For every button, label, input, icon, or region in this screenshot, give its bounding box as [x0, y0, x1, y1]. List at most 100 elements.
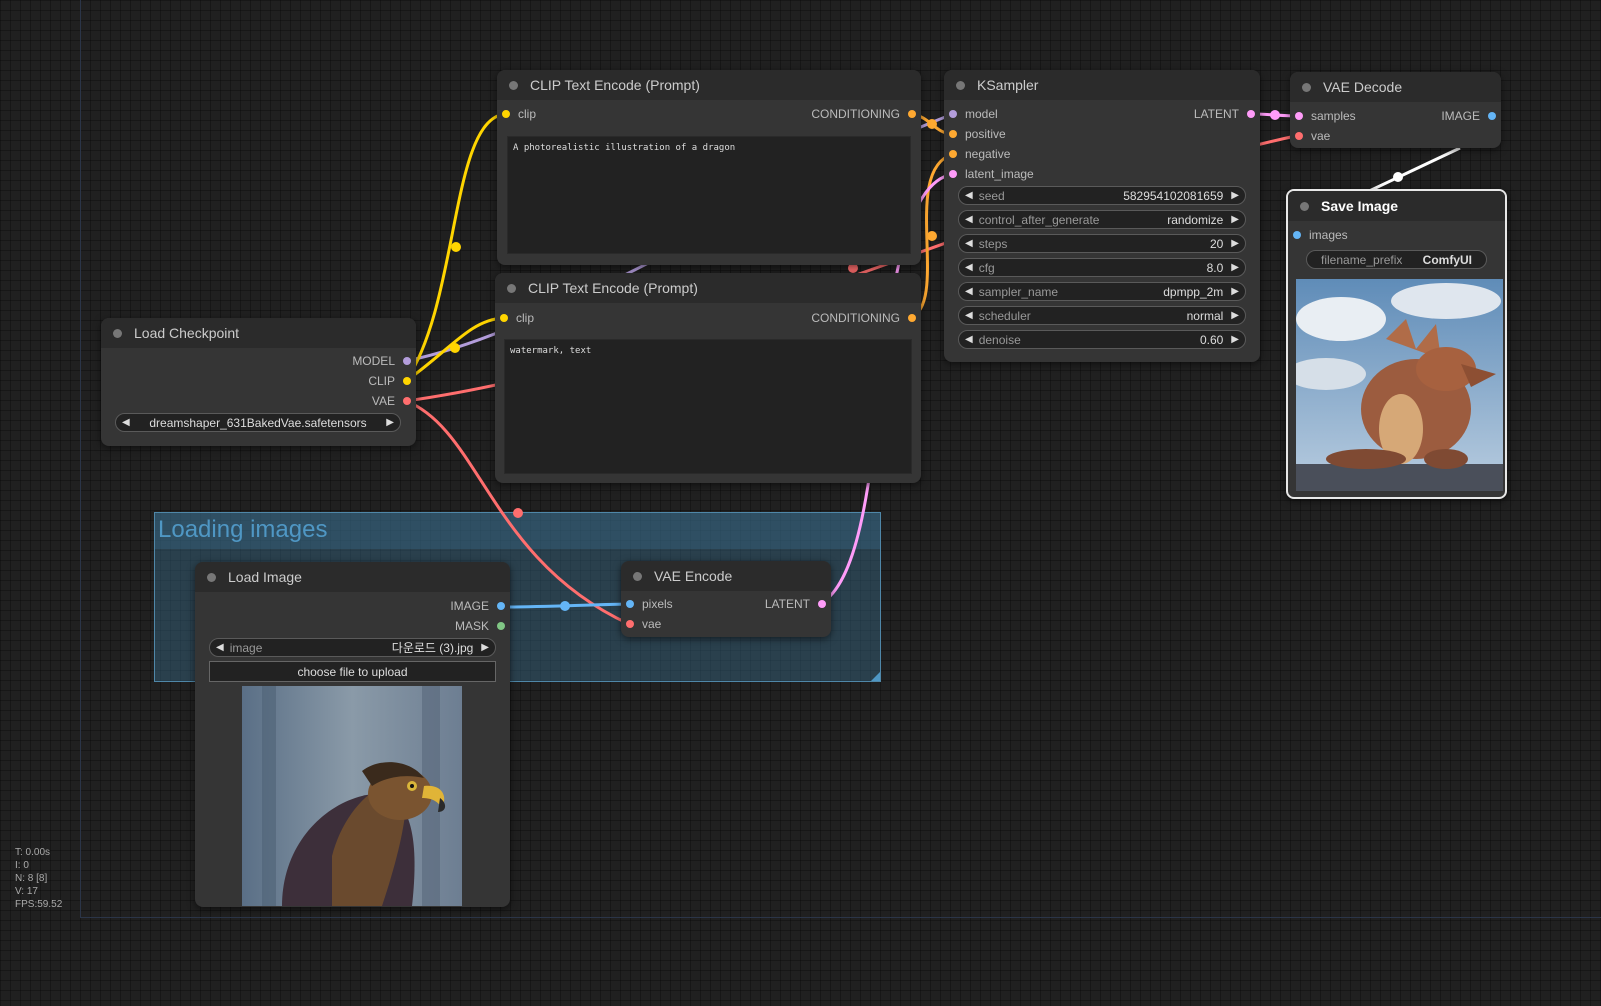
node-header[interactable]: CLIP Text Encode (Prompt)	[497, 70, 921, 100]
slot-dot-icon[interactable]	[500, 314, 508, 322]
slot-dot-icon[interactable]	[502, 110, 510, 118]
slot-dot-icon[interactable]	[1247, 110, 1255, 118]
node-load-checkpoint[interactable]: Load Checkpoint MODEL CLIP VAE ◀ dreamsh…	[101, 318, 416, 446]
slot-dot-icon[interactable]	[403, 377, 411, 385]
node-ksampler[interactable]: KSampler model positive negative latent_…	[944, 70, 1260, 362]
output-slot-image[interactable]: IMAGE	[1441, 108, 1496, 124]
widget-image[interactable]: ◀ image 다운로드 (3).jpg ▶	[209, 638, 496, 657]
output-slot-model[interactable]: MODEL	[352, 353, 411, 369]
slot-dot-icon[interactable]	[1488, 112, 1496, 120]
node-header[interactable]: VAE Encode	[621, 561, 831, 591]
collapse-dot-icon[interactable]	[113, 328, 122, 338]
input-slot-vae[interactable]: vae	[626, 616, 661, 632]
widget-cfg[interactable]: ◀ cfg 8.0 ▶	[958, 258, 1246, 277]
collapse-dot-icon[interactable]	[956, 80, 965, 90]
widget-steps[interactable]: ◀ steps 20 ▶	[958, 234, 1246, 253]
slot-dot-icon[interactable]	[403, 357, 411, 365]
slot-dot-icon[interactable]	[1295, 112, 1303, 120]
node-header[interactable]: Save Image	[1288, 191, 1505, 221]
node-vae-decode[interactable]: VAE Decode samples vae IMAGE	[1290, 72, 1501, 148]
node-save-image[interactable]: Save Image images filename_prefix ComfyU…	[1286, 189, 1507, 499]
decrement-arrow-icon[interactable]: ◀	[965, 310, 973, 321]
increment-arrow-icon[interactable]: ▶	[1231, 286, 1239, 297]
widget-value[interactable]: normal	[1187, 309, 1224, 323]
widget-value[interactable]: 582954102081659	[1123, 189, 1223, 203]
decrement-arrow-icon[interactable]: ◀	[216, 642, 224, 653]
widget-control-after-generate[interactable]: ◀ control_after_generate randomize ▶	[958, 210, 1246, 229]
node-header[interactable]: CLIP Text Encode (Prompt)	[495, 273, 921, 303]
widget-value[interactable]: randomize	[1167, 213, 1223, 227]
decrement-arrow-icon[interactable]: ◀	[965, 262, 973, 273]
slot-dot-icon[interactable]	[497, 622, 505, 630]
slot-dot-icon[interactable]	[949, 150, 957, 158]
prompt-textarea[interactable]: A photorealistic illustration of a drago…	[507, 136, 911, 254]
input-slot-pixels[interactable]: pixels	[626, 596, 673, 612]
collapse-dot-icon[interactable]	[1300, 201, 1309, 211]
input-slot-latent-image[interactable]: latent_image	[949, 166, 1034, 182]
node-vae-encode[interactable]: VAE Encode pixels vae LATENT	[621, 561, 831, 637]
collapse-dot-icon[interactable]	[207, 572, 216, 582]
output-slot-latent[interactable]: LATENT	[765, 596, 826, 612]
widget-value[interactable]: 다운로드 (3).jpg	[392, 639, 474, 656]
output-slot-conditioning[interactable]: CONDITIONING	[811, 310, 916, 326]
widget-filename-prefix[interactable]: filename_prefix ComfyUI	[1306, 250, 1487, 269]
widget-value[interactable]: dreamshaper_631BakedVae.safetensors	[134, 416, 383, 430]
node-header[interactable]: KSampler	[944, 70, 1260, 100]
slot-dot-icon[interactable]	[497, 602, 505, 610]
widget-sampler-name[interactable]: ◀ sampler_name dpmpp_2m ▶	[958, 282, 1246, 301]
widget-ckpt-name[interactable]: ◀ dreamshaper_631BakedVae.safetensors ▶	[115, 413, 401, 432]
output-slot-latent[interactable]: LATENT	[1194, 106, 1255, 122]
prompt-textarea[interactable]: watermark, text	[504, 339, 912, 474]
widget-value[interactable]: 0.60	[1200, 333, 1223, 347]
collapse-dot-icon[interactable]	[509, 80, 518, 90]
input-slot-negative[interactable]: negative	[949, 146, 1010, 162]
output-slot-vae[interactable]: VAE	[372, 393, 411, 409]
input-slot-vae[interactable]: vae	[1295, 128, 1330, 144]
decrement-arrow-icon[interactable]: ◀	[965, 334, 973, 345]
widget-scheduler[interactable]: ◀ scheduler normal ▶	[958, 306, 1246, 325]
output-slot-clip[interactable]: CLIP	[368, 373, 411, 389]
widget-denoise[interactable]: ◀ denoise 0.60 ▶	[958, 330, 1246, 349]
input-slot-positive[interactable]: positive	[949, 126, 1006, 142]
increment-arrow-icon[interactable]: ▶	[1231, 238, 1239, 249]
slot-dot-icon[interactable]	[949, 170, 957, 178]
increment-arrow-icon[interactable]: ▶	[1231, 310, 1239, 321]
slot-dot-icon[interactable]	[1295, 132, 1303, 140]
widget-value[interactable]: 20	[1210, 237, 1223, 251]
input-slot-clip[interactable]: clip	[500, 310, 534, 326]
widget-value[interactable]: ComfyUI	[1423, 253, 1472, 267]
node-clip-text-encode-negative[interactable]: CLIP Text Encode (Prompt) clip CONDITION…	[495, 273, 921, 483]
slot-dot-icon[interactable]	[949, 130, 957, 138]
output-slot-mask[interactable]: MASK	[455, 618, 505, 634]
widget-value[interactable]: 8.0	[1207, 261, 1224, 275]
decrement-arrow-icon[interactable]: ◀	[965, 214, 973, 225]
increment-arrow-icon[interactable]: ▶	[1231, 334, 1239, 345]
output-slot-conditioning[interactable]: CONDITIONING	[811, 106, 916, 122]
increment-arrow-icon[interactable]: ▶	[1231, 190, 1239, 201]
slot-dot-icon[interactable]	[908, 314, 916, 322]
node-load-image[interactable]: Load Image IMAGE MASK ◀ image 다운로드 (3).j…	[195, 562, 510, 907]
collapse-dot-icon[interactable]	[1302, 82, 1311, 92]
increment-arrow-icon[interactable]: ▶	[1231, 214, 1239, 225]
node-header[interactable]: VAE Decode	[1290, 72, 1501, 102]
slot-dot-icon[interactable]	[626, 620, 634, 628]
decrement-arrow-icon[interactable]: ◀	[965, 190, 973, 201]
node-header[interactable]: Load Image	[195, 562, 510, 592]
decrement-arrow-icon[interactable]: ◀	[965, 286, 973, 297]
input-slot-images[interactable]: images	[1293, 227, 1348, 243]
node-header[interactable]: Load Checkpoint	[101, 318, 416, 348]
input-slot-samples[interactable]: samples	[1295, 108, 1356, 124]
increment-arrow-icon[interactable]: ▶	[481, 642, 489, 653]
node-clip-text-encode-positive[interactable]: CLIP Text Encode (Prompt) clip CONDITION…	[497, 70, 921, 265]
widget-value[interactable]: dpmpp_2m	[1163, 285, 1223, 299]
slot-dot-icon[interactable]	[1293, 231, 1301, 239]
input-slot-model[interactable]: model	[949, 106, 998, 122]
increment-arrow-icon[interactable]: ▶	[1231, 262, 1239, 273]
slot-dot-icon[interactable]	[626, 600, 634, 608]
increment-arrow-icon[interactable]: ▶	[386, 417, 394, 428]
decrement-arrow-icon[interactable]: ◀	[965, 238, 973, 249]
output-slot-image[interactable]: IMAGE	[450, 598, 505, 614]
slot-dot-icon[interactable]	[818, 600, 826, 608]
input-slot-clip[interactable]: clip	[502, 106, 536, 122]
choose-file-button[interactable]: choose file to upload	[209, 661, 496, 682]
